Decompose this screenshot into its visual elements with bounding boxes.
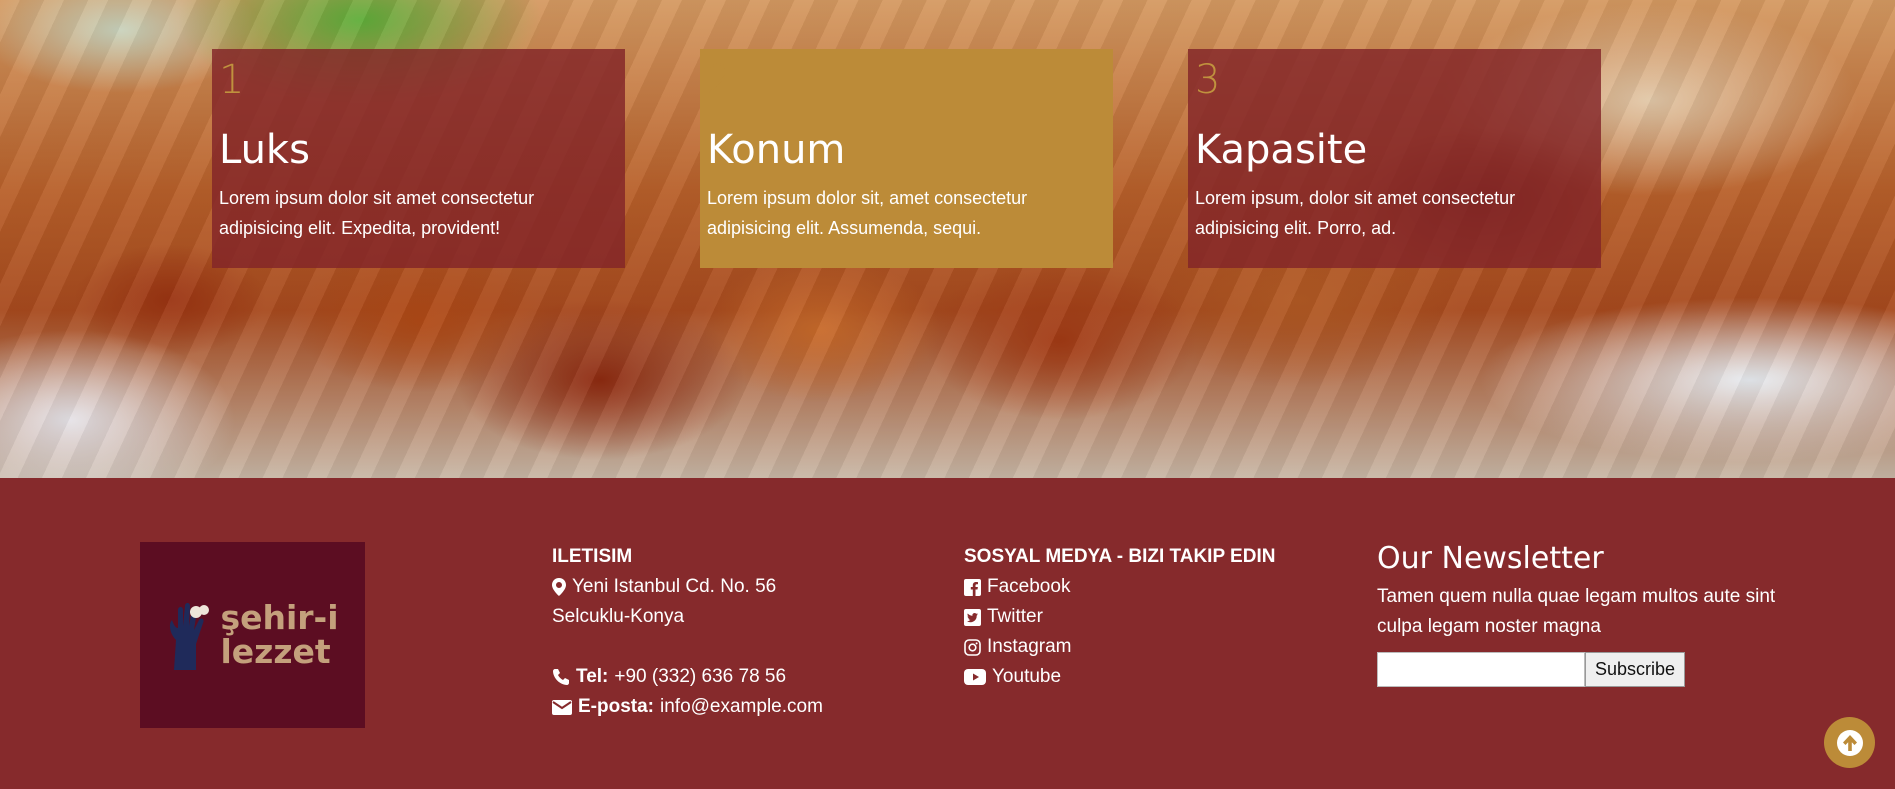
social-section: SOSYAL MEDYA - BIZI TAKIP EDIN Facebook … [964, 544, 1344, 692]
social-link-label[interactable]: Instagram [987, 632, 1071, 662]
address-line1: Yeni Istanbul Cd. No. 56 [572, 576, 777, 597]
feature-card-kapasite: 3 Kapasite Lorem ipsum, dolor sit amet c… [1188, 49, 1601, 268]
social-link-label[interactable]: Twitter [987, 602, 1043, 632]
contact-heading: ILETISIM [552, 546, 633, 567]
social-link-instagram[interactable]: Instagram [964, 632, 1344, 662]
scroll-to-top-button[interactable] [1824, 717, 1875, 768]
phone-label: Tel: [576, 666, 609, 687]
address-line: Yeni Istanbul Cd. No. 56 [552, 572, 932, 602]
feature-number: 2 [707, 57, 733, 103]
contact-section: ILETISIM Yeni Istanbul Cd. No. 56 Selcuk… [552, 544, 932, 722]
site-logo[interactable]: şehir-i lezzet [140, 542, 365, 728]
feature-number: 1 [219, 57, 245, 103]
feature-card-luks: 1 Luks Lorem ipsum dolor sit amet consec… [212, 49, 625, 268]
hero-image-section: 1 Luks Lorem ipsum dolor sit amet consec… [0, 0, 1895, 478]
phone-line[interactable]: Tel: +90 (332) 636 78 56 [552, 662, 932, 692]
feature-number: 3 [1195, 57, 1221, 103]
hand-logo-icon [170, 603, 210, 670]
social-link-label[interactable]: Facebook [987, 572, 1070, 602]
social-link-facebook[interactable]: Facebook [964, 572, 1344, 602]
newsletter-email-input[interactable] [1377, 652, 1585, 687]
subscribe-button[interactable]: Subscribe [1585, 652, 1686, 687]
newsletter-title: Our Newsletter [1377, 541, 1604, 576]
feature-text: Lorem ipsum dolor sit, amet consectetur … [707, 188, 1028, 238]
newsletter-section: Our Newsletter Tamen quem nulla quae leg… [1377, 541, 1777, 687]
facebook-icon [964, 578, 981, 596]
logo-wordmark: şehir-i lezzet [220, 598, 339, 671]
social-link-label[interactable]: Youtube [992, 662, 1061, 692]
envelope-icon [552, 699, 572, 715]
email-line[interactable]: E-posta: info@example.com [552, 692, 932, 722]
feature-title: Kapasite [1195, 127, 1368, 173]
phone-number[interactable]: +90 (332) 636 78 56 [614, 662, 786, 692]
twitter-icon [964, 608, 981, 626]
newsletter-text: Tamen quem nulla quae legam multos aute … [1377, 586, 1776, 637]
address-line2: Selcuklu-Konya [552, 606, 685, 627]
youtube-icon [964, 669, 986, 685]
email-address[interactable]: info@example.com [660, 692, 823, 722]
map-marker-icon [552, 578, 566, 596]
arrow-up-icon [1836, 729, 1863, 756]
phone-icon [553, 669, 569, 685]
instagram-icon [964, 638, 981, 656]
newsletter-form: Subscribe [1377, 652, 1777, 687]
feature-text: Lorem ipsum, dolor sit amet consectetur … [1195, 188, 1516, 238]
feature-card-konum: 2 Konum Lorem ipsum dolor sit, amet cons… [700, 49, 1113, 268]
social-link-youtube[interactable]: Youtube [964, 662, 1344, 692]
social-link-twitter[interactable]: Twitter [964, 602, 1344, 632]
feature-title: Luks [219, 127, 310, 173]
feature-text: Lorem ipsum dolor sit amet consectetur a… [219, 188, 535, 238]
email-label: E-posta: [578, 696, 654, 717]
site-footer: şehir-i lezzet ILETISIM Yeni Istanbul Cd… [0, 478, 1895, 789]
feature-title: Konum [707, 127, 846, 173]
social-heading: SOSYAL MEDYA - BIZI TAKIP EDIN [964, 546, 1276, 567]
